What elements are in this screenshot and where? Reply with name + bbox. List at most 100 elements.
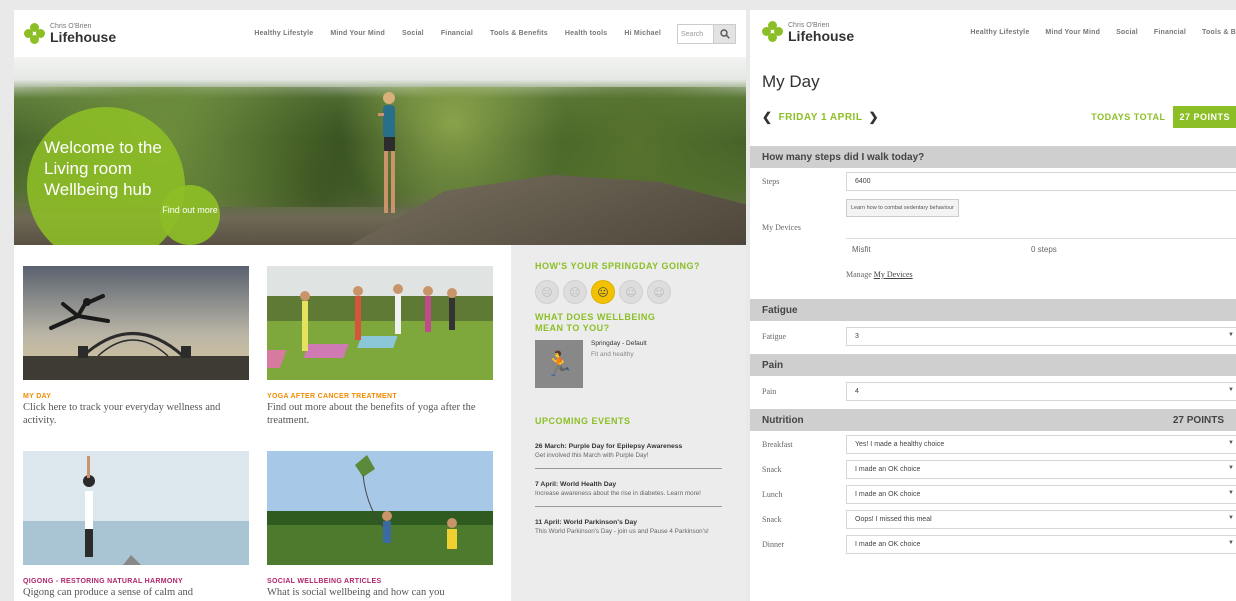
content-area: MY DAY Click here to track your everyday… — [14, 245, 746, 601]
sidebar: HOW'S YOUR SPRINGDAY GOING? ☹ ☹ 😐 ☺ ☺ WH… — [511, 245, 746, 601]
nav-financial[interactable]: Financial — [1154, 29, 1186, 36]
pain-value: 4 — [855, 388, 859, 395]
pain-section-title: Pain — [762, 359, 784, 371]
springday-question: HOW'S YOUR SPRINGDAY GOING? — [535, 261, 700, 271]
device-row: Misfit 0 steps — [846, 238, 1236, 260]
steps-section-header: How many steps did I walk today? — [750, 146, 1236, 168]
nutrition-section-header: Nutrition 27 POINTS — [750, 409, 1236, 431]
card-image — [239, 266, 493, 380]
meal-label: Lunch — [762, 490, 783, 499]
date-row: ❮ FRIDAY 1 APRIL ❯ TODAYS TOTAL 27 POINT… — [750, 92, 1236, 128]
nav-healthy-lifestyle[interactable]: Healthy Lifestyle — [970, 29, 1029, 36]
meal-row: Snack Oops! I missed this meal ▼ — [750, 510, 1236, 529]
card-description: Click here to track your everyday wellne… — [23, 402, 221, 426]
fatigue-label: Fatigue — [762, 332, 786, 341]
dropdown-caret-icon: ▼ — [1228, 465, 1234, 471]
fatigue-row: Fatigue 3 ▼ — [750, 327, 1236, 346]
site-header: Chris O'Brien Lifehouse Healthy Lifestyl… — [750, 10, 1236, 54]
meal-select[interactable]: Oops! I missed this meal ▼ — [846, 510, 1236, 529]
todays-total: TODAYS TOTAL 27 POINTS — [1091, 106, 1236, 128]
event-item[interactable]: 11 April: World Parkinson's Day This Wor… — [535, 507, 722, 544]
sad-face-icon[interactable]: ☹ — [563, 280, 587, 304]
steps-section-title: How many steps did I walk today? — [762, 151, 925, 163]
nav-mind-your-mind[interactable]: Mind Your Mind — [330, 30, 385, 37]
card-my-day[interactable]: MY DAY Click here to track your everyday… — [23, 266, 249, 427]
nav-financial[interactable]: Financial — [441, 30, 473, 37]
event-title: 26 March: Purple Day for Epilepsy Awaren… — [535, 443, 683, 450]
event-item[interactable]: 7 April: World Health Day Increase aware… — [535, 469, 722, 507]
device-name: Misfit — [852, 245, 871, 254]
dropdown-caret-icon: ▼ — [1228, 540, 1234, 546]
card-qigong[interactable]: QIGONG - RESTORING NATURAL HARMONY Qigon… — [23, 451, 249, 599]
very-happy-face-icon[interactable]: ☺ — [647, 280, 671, 304]
hero-banner: Welcome to the Living room Wellbeing hub… — [14, 57, 746, 245]
pain-select[interactable]: 4 ▼ — [846, 382, 1236, 401]
happy-face-icon[interactable]: ☺ — [619, 280, 643, 304]
dropdown-caret-icon: ▼ — [1228, 332, 1234, 338]
devices-label: My Devices — [762, 223, 801, 232]
nav-health-tools[interactable]: Health tools — [565, 30, 607, 37]
main-nav: Healthy Lifestyle Mind Your Mind Social … — [254, 30, 661, 37]
site-header: Chris O'Brien Lifehouse Healthy Lifestyl… — [14, 10, 746, 57]
meal-value: Yes! I made a healthy choice — [855, 441, 945, 448]
nav-social[interactable]: Social — [1116, 29, 1138, 36]
site-logo[interactable]: Chris O'Brien Lifehouse — [24, 22, 116, 45]
card-tag: SOCIAL WELLBEING ARTICLES — [267, 578, 382, 585]
sedentary-behaviour-button[interactable]: Learn how to combat sedentary behaviour — [846, 199, 959, 217]
prev-day-icon[interactable]: ❮ — [762, 110, 773, 124]
search-button[interactable] — [714, 23, 736, 44]
nav-user-greeting[interactable]: Hi Michael — [624, 30, 661, 37]
default-title: Springday - Default — [591, 340, 647, 347]
manage-devices: Manage My Devices — [846, 270, 1236, 279]
meal-select[interactable]: I made an OK choice ▼ — [846, 485, 1236, 504]
fitness-icon[interactable]: 🏃 — [535, 340, 583, 388]
nav-mind-your-mind[interactable]: Mind Your Mind — [1045, 29, 1100, 36]
meal-value: I made an OK choice — [855, 466, 921, 473]
card-social-wellbeing[interactable]: SOCIAL WELLBEING ARTICLES What is social… — [267, 451, 493, 599]
search-input[interactable]: Search — [677, 23, 714, 44]
fatigue-select[interactable]: 3 ▼ — [846, 327, 1236, 346]
logo-text: Lifehouse — [788, 27, 855, 44]
default-subtitle: Fit and healthy — [591, 351, 634, 358]
event-title: 7 April: World Health Day — [535, 481, 617, 488]
event-item[interactable]: 26 March: Purple Day for Epilepsy Awaren… — [535, 437, 722, 469]
meal-row: Lunch I made an OK choice ▼ — [750, 485, 1236, 504]
neutral-face-icon[interactable]: 😐 — [591, 280, 615, 304]
steps-input[interactable]: 6400 — [846, 172, 1236, 191]
main-nav: Healthy Lifestyle Mind Your Mind Social … — [970, 29, 1236, 36]
hero-person-image — [378, 92, 395, 213]
meal-value: I made an OK choice — [855, 541, 921, 548]
nav-tools-benefits[interactable]: Tools & Benefits — [490, 30, 548, 37]
nav-tools-benefits[interactable]: Tools & B — [1202, 29, 1236, 36]
card-yoga[interactable]: YOGA AFTER CANCER TREATMENT Find out mor… — [239, 266, 493, 427]
card-image — [267, 451, 493, 565]
nav-social[interactable]: Social — [402, 30, 424, 37]
dropdown-caret-icon: ▼ — [1228, 387, 1234, 393]
meal-select[interactable]: I made an OK choice ▼ — [846, 535, 1236, 554]
meal-select[interactable]: I made an OK choice ▼ — [846, 460, 1236, 479]
meal-row: Breakfast Yes! I made a healthy choice ▼ — [750, 435, 1236, 454]
mood-selector: ☹ ☹ 😐 ☺ ☺ — [535, 280, 722, 304]
upcoming-events-title: UPCOMING EVENTS — [535, 416, 631, 426]
find-out-more-button[interactable]: Find out more — [160, 185, 220, 245]
wellbeing-default: 🏃 Springday - Default Fit and healthy — [535, 340, 722, 388]
site-logo[interactable]: Chris O'Brien Lifehouse — [762, 21, 854, 43]
fatigue-value: 3 — [855, 333, 859, 340]
devices-row: My Devices — [750, 223, 1236, 232]
next-day-icon[interactable]: ❯ — [868, 110, 879, 124]
manage-prefix: Manage — [846, 270, 872, 279]
my-day-page: Chris O'Brien Lifehouse Healthy Lifestyl… — [750, 10, 1236, 601]
page-title: My Day — [762, 72, 820, 91]
pain-row: Pain 4 ▼ — [750, 382, 1236, 401]
meal-row: Snack I made an OK choice ▼ — [750, 460, 1236, 479]
steps-row: Steps 6400 — [750, 172, 1236, 191]
wellbeing-question: WHAT DOES WELLBEING MEAN TO YOU? — [535, 312, 656, 333]
wellbeing-hub-page: Chris O'Brien Lifehouse Healthy Lifestyl… — [14, 10, 746, 601]
nav-healthy-lifestyle[interactable]: Healthy Lifestyle — [254, 30, 313, 37]
manage-devices-link[interactable]: My Devices — [874, 270, 913, 279]
very-sad-face-icon[interactable]: ☹ — [535, 280, 559, 304]
device-steps: 0 steps — [1031, 245, 1057, 254]
logo-icon — [762, 21, 784, 43]
meal-row: Dinner I made an OK choice ▼ — [750, 535, 1236, 554]
meal-select[interactable]: Yes! I made a healthy choice ▼ — [846, 435, 1236, 454]
